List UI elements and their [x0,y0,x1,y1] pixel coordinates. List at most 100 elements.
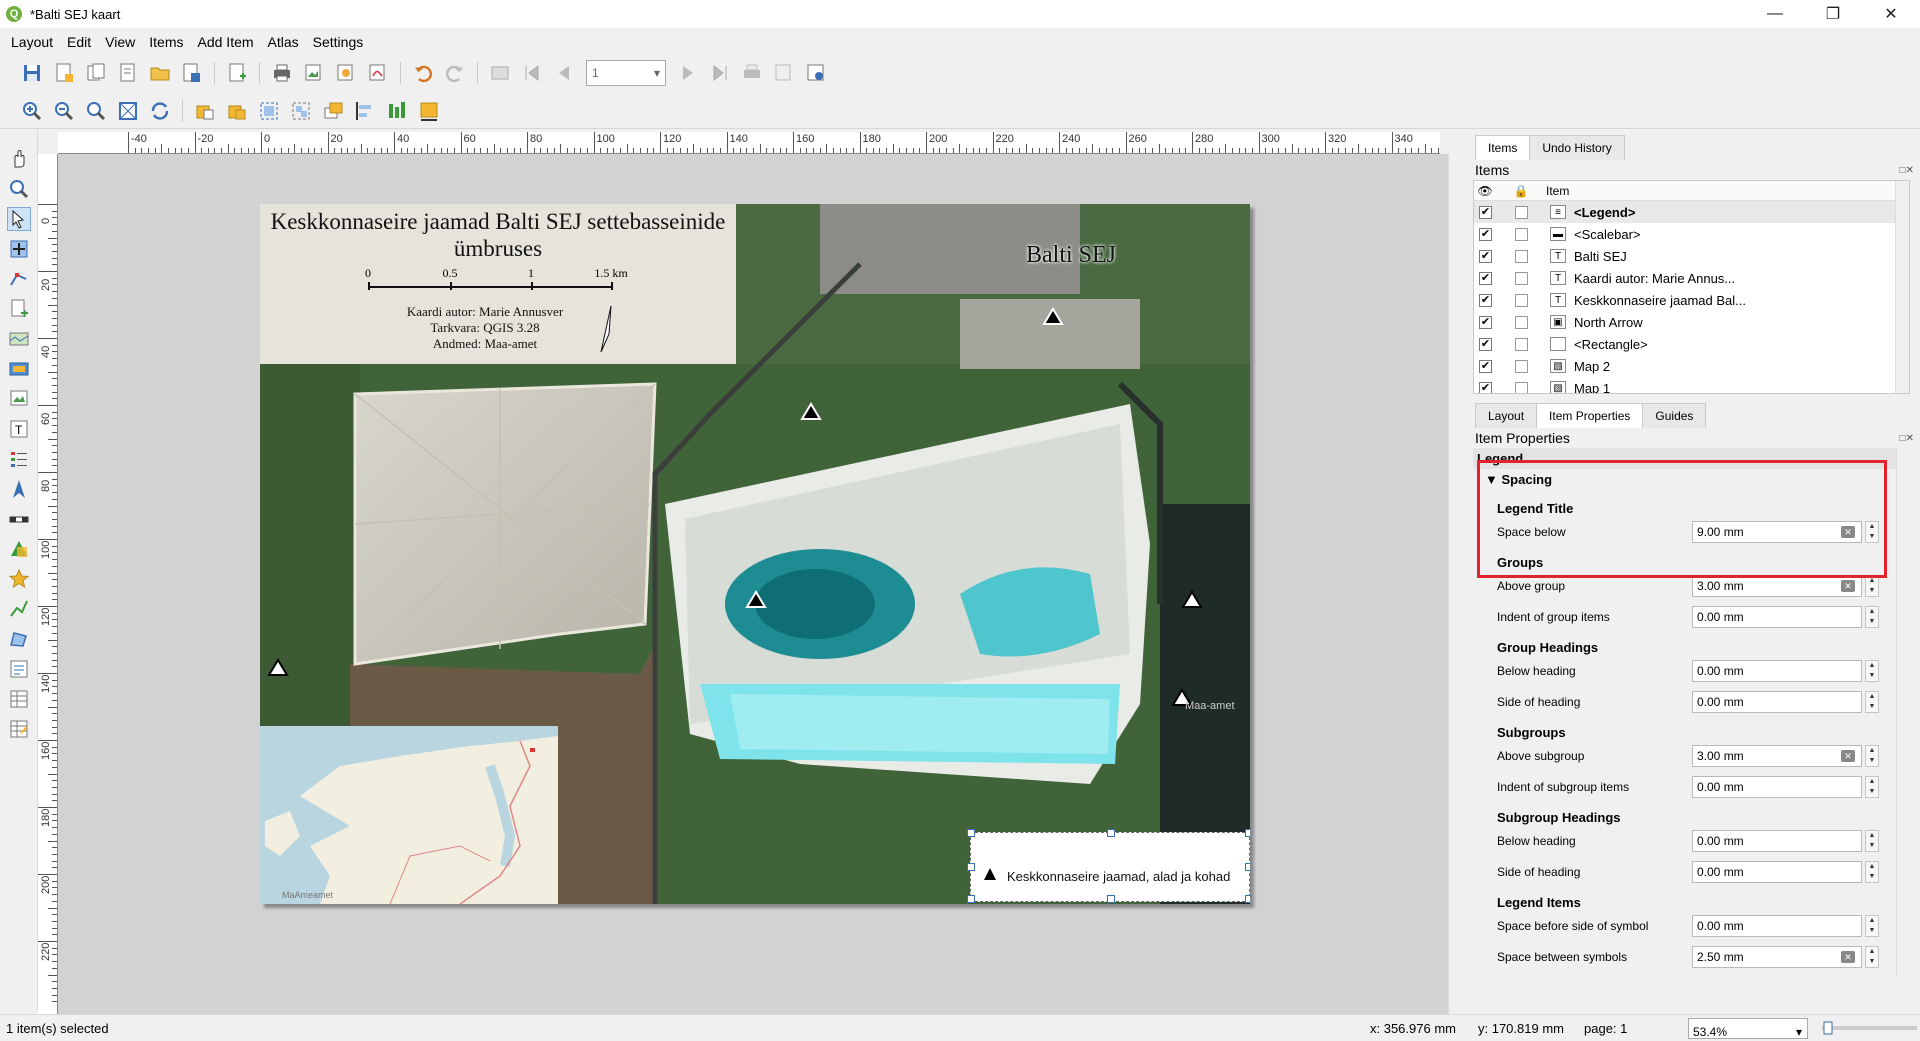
add-pages-icon[interactable] [225,61,249,85]
add-legend-icon[interactable] [7,447,31,471]
minimize-button[interactable]: — [1746,0,1804,28]
menu-view[interactable]: View [98,34,142,50]
menu-atlas[interactable]: Atlas [261,34,306,50]
tab-items[interactable]: Items [1475,135,1531,160]
prev-feature-icon[interactable] [552,61,576,85]
save-template-icon[interactable] [180,61,204,85]
clear-icon[interactable]: ✕ [1841,749,1855,762]
add-shape-icon[interactable] [7,537,31,561]
spacing-spinbox[interactable]: 2.50 mm ✕ [1692,945,1862,968]
visibility-checkbox[interactable]: ✔ [1479,293,1492,307]
spacing-spinbox[interactable]: 0.00 mm [1692,829,1862,852]
ungroup-items-icon[interactable] [289,99,313,123]
duplicate-layout-icon[interactable] [84,61,108,85]
spacing-spinbox[interactable]: 0.00 mm [1692,659,1862,682]
lock-checkbox[interactable] [1515,205,1528,219]
first-feature-icon[interactable] [520,61,544,85]
add-polygon-icon[interactable] [7,627,31,651]
add-scalebar-icon[interactable] [7,507,31,531]
redo-icon[interactable] [443,61,467,85]
last-feature-icon[interactable] [708,61,732,85]
atlas-page-select[interactable]: 1 ▾ [586,59,666,86]
spin-arrows-icon[interactable]: ▲ ▼ [1865,605,1879,628]
spin-arrows-icon[interactable]: ▲ ▼ [1865,659,1879,682]
add-page-icon[interactable] [7,297,31,321]
atlas-settings-icon[interactable] [804,61,828,85]
properties-scrollbar[interactable] [1896,448,1910,976]
lock-checkbox[interactable] [1515,271,1528,285]
zoom-actual-icon[interactable] [84,99,108,123]
distribute-icon[interactable] [385,99,409,123]
visibility-checkbox[interactable]: ✔ [1479,381,1492,393]
restore-button[interactable]: ❐ [1804,0,1862,28]
undo-icon[interactable] [411,61,435,85]
resize-icon[interactable] [417,99,441,123]
items-scrollbar[interactable] [1895,181,1909,393]
resize-handle[interactable] [1245,829,1250,837]
new-layout-icon[interactable] [52,61,76,85]
add-attribute-table-icon[interactable] [7,687,31,711]
tab-layout[interactable]: Layout [1475,403,1538,428]
refresh-icon[interactable] [148,99,172,123]
add-fixed-table-icon[interactable] [7,717,31,741]
spin-arrows-icon[interactable]: ▲ ▼ [1865,945,1879,968]
scalebar[interactable]: 0 0.5 1 1.5 km [365,266,628,294]
group-items-icon[interactable] [257,99,281,123]
tab-item-properties[interactable]: Item Properties [1536,403,1644,428]
lock-items-icon[interactable] [193,99,217,123]
resize-handle[interactable] [1107,895,1115,903]
overview-map-map2[interactable]: MaAmeamet [260,726,558,904]
layout-item-row[interactable]: ✔ T Kaardi autor: Marie Annus... [1474,267,1909,289]
add-north-arrow-icon[interactable] [7,477,31,501]
spacing-spinbox[interactable]: 0.00 mm [1692,860,1862,883]
pan-hand-icon[interactable] [7,147,31,171]
spin-arrows-icon[interactable]: ▲ ▼ [1865,744,1879,767]
layout-item-row[interactable]: ✔ T Keskkonnaseire jaamad Bal... [1474,289,1909,311]
resize-handle[interactable] [1245,895,1250,903]
align-left-icon[interactable] [353,99,377,123]
resize-handle[interactable] [1107,829,1115,837]
layout-item-row[interactable]: ✔ ▣ North Arrow [1474,311,1909,333]
resize-handle[interactable] [967,895,975,903]
edit-nodes-icon[interactable] [7,267,31,291]
resize-handle[interactable] [967,829,975,837]
author-label[interactable]: Kaardi autor: Marie Annusver Tarkvara: Q… [350,304,620,352]
atlas-preview-icon[interactable] [488,61,512,85]
visibility-checkbox[interactable]: ✔ [1479,271,1492,285]
export-image-icon[interactable] [302,61,326,85]
add-3d-map-icon[interactable] [7,357,31,381]
north-arrow-icon[interactable] [597,304,615,354]
panel-float-close-icon[interactable]: □✕ [1900,433,1914,444]
lock-checkbox[interactable] [1515,359,1528,373]
visibility-checkbox[interactable]: ✔ [1479,205,1492,219]
print-atlas-icon[interactable] [740,61,764,85]
add-marker-icon[interactable] [7,567,31,591]
visibility-checkbox[interactable]: ✔ [1479,249,1492,263]
layout-page[interactable]: Maa-amet Keskkonnaseire jaamad Balti SEJ… [260,204,1250,904]
panel-float-close-icon[interactable]: □✕ [1900,165,1914,176]
resize-handle[interactable] [967,863,975,871]
tab-undo-history[interactable]: Undo History [1529,135,1625,160]
menu-edit[interactable]: Edit [60,34,98,50]
zoom-tool-icon[interactable] [7,177,31,201]
add-map-icon[interactable] [7,327,31,351]
visibility-checkbox[interactable]: ✔ [1479,359,1492,373]
open-folder-icon[interactable] [148,61,172,85]
menu-layout[interactable]: Layout [4,34,60,50]
zoom-full-icon[interactable] [116,99,140,123]
site-label[interactable]: Balti SEJ [1026,242,1116,269]
lock-checkbox[interactable] [1515,337,1528,351]
spin-arrows-icon[interactable]: ▲ ▼ [1865,914,1879,937]
unlock-items-icon[interactable] [225,99,249,123]
export-pdf-icon[interactable] [366,61,390,85]
spin-arrows-icon[interactable]: ▲ ▼ [1865,860,1879,883]
layout-manager-icon[interactable] [116,61,140,85]
move-content-icon[interactable] [7,237,31,261]
layout-item-row[interactable]: ✔ ▬ <Scalebar> [1474,223,1909,245]
add-picture-icon[interactable] [7,387,31,411]
map-legend[interactable]: Keskkonnaseire jaamad, alad ja kohad [967,829,1250,903]
visibility-checkbox[interactable]: ✔ [1479,227,1492,241]
visibility-checkbox[interactable]: ✔ [1479,337,1492,351]
layout-item-row[interactable]: ✔ <Rectangle> [1474,333,1909,355]
spin-arrows-icon[interactable]: ▲ ▼ [1865,775,1879,798]
